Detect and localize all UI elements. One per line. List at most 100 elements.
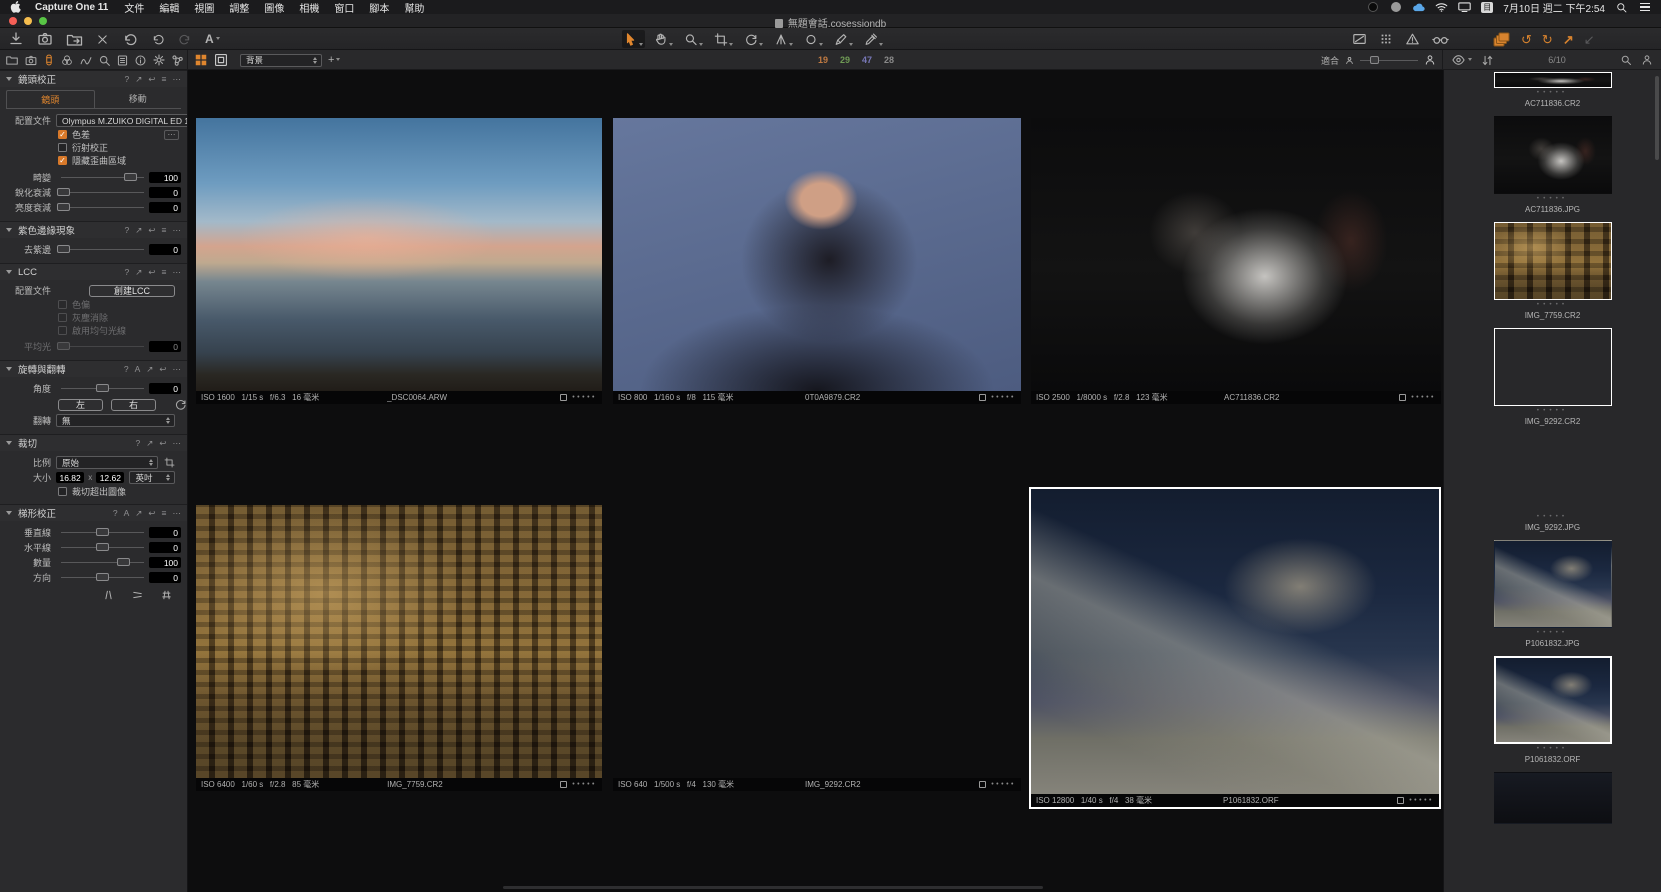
menu-item-adjustments[interactable]: 調整	[229, 0, 249, 15]
select-checkbox[interactable]	[1399, 394, 1406, 401]
keystone-vertical-value[interactable]: 0	[149, 527, 181, 538]
rating-dots-icon[interactable]: •••••	[1537, 744, 1568, 754]
vertical-scrollbar[interactable]	[1655, 76, 1659, 160]
rating-dots-icon[interactable]: •••••	[991, 394, 1016, 401]
angle-value[interactable]: 0	[149, 383, 181, 394]
more-icon[interactable]: ⋯	[173, 267, 182, 278]
crop-width-field[interactable]: 16.82	[56, 472, 84, 483]
thumbnail[interactable]	[1494, 772, 1612, 824]
select-checkbox[interactable]	[560, 394, 567, 401]
tab-output-icon[interactable]	[152, 51, 166, 69]
keystone-full-icon[interactable]	[160, 589, 173, 601]
reset-icon[interactable]: ↩	[148, 267, 155, 278]
photo-martial-arts[interactable]	[1031, 118, 1441, 391]
slider-handle[interactable]	[57, 203, 70, 211]
sharpness-falloff-value[interactable]: 0	[149, 187, 181, 198]
presets-icon[interactable]: ↗	[146, 438, 153, 449]
collapse-chevron-icon[interactable]	[6, 511, 12, 515]
menu-item-scripts[interactable]: 腳本	[369, 0, 389, 15]
menu-item-window[interactable]: 窗口	[334, 0, 354, 15]
collapse-chevron-icon[interactable]	[6, 270, 12, 274]
zoom-fit-label[interactable]: 適合	[1321, 54, 1339, 67]
notification-center-icon[interactable]	[1638, 1, 1651, 13]
more-icon[interactable]: ⋯	[173, 74, 182, 85]
document-proxy-icon[interactable]	[775, 19, 783, 28]
rating-dots-icon[interactable]: •••••	[1537, 628, 1568, 638]
image-cell-img7759[interactable]: ISO 6400 1/60 s f/2.8 85 毫米 IMG_7759.CR2…	[196, 505, 602, 791]
menu-item-edit[interactable]: 編輯	[159, 0, 179, 15]
angle-slider[interactable]	[61, 388, 144, 389]
filmstrip-item[interactable]: ••••• P1061832.JPG	[1494, 540, 1612, 649]
menu-clock[interactable]: 7月10日 週二 下午2:54	[1503, 0, 1605, 15]
crop-tool-icon[interactable]	[164, 457, 175, 468]
grid-view-button[interactable]	[194, 51, 208, 69]
rating-dots-icon[interactable]: •••••	[572, 394, 597, 401]
undo-button[interactable]	[151, 30, 165, 48]
share-out-button[interactable]: ↗	[1563, 30, 1574, 48]
slider-handle[interactable]	[1370, 56, 1379, 64]
menu-item-image[interactable]: 圖像	[264, 0, 284, 15]
filter-eye-icon[interactable]	[1451, 51, 1472, 69]
airplay-display-icon[interactable]	[1458, 1, 1471, 13]
filmstrip-item[interactable]: ••••• AC711836.JPG	[1494, 116, 1612, 215]
uniform-light-checkbox[interactable]	[58, 326, 67, 335]
keystone-aspect-slider[interactable]	[61, 577, 144, 578]
tab-lens[interactable]: 鏡頭	[6, 90, 95, 108]
panel-rotation-header[interactable]: 旋轉與翻轉 ? A ↗ ↩ ⋯	[0, 360, 187, 377]
keystone-amount-slider[interactable]	[61, 562, 144, 563]
tab-lens-icon[interactable]	[43, 51, 55, 69]
slider-handle[interactable]	[57, 342, 70, 350]
menu-item-file[interactable]: 文件	[124, 0, 144, 15]
tab-movement[interactable]: 移動	[95, 90, 182, 108]
sort-icon[interactable]	[1481, 51, 1494, 69]
reset-icon[interactable]: ↩	[148, 225, 155, 236]
panel-keystone-header[interactable]: 梯形校正 ? A ↗ ↩ ≡ ⋯	[0, 504, 187, 521]
slider-handle[interactable]	[57, 188, 70, 196]
sharpness-falloff-slider[interactable]	[61, 192, 144, 193]
flip-select[interactable]: 無	[56, 414, 175, 427]
panel-crop-header[interactable]: 裁切 ? ↗ ↩ ⋯	[0, 434, 187, 451]
collapse-chevron-icon[interactable]	[6, 228, 12, 232]
share-in-button[interactable]: ↙	[1584, 30, 1595, 48]
undo-history-button[interactable]	[122, 30, 138, 48]
crop-unit-select[interactable]: 英吋	[129, 471, 175, 484]
panel-lcc-header[interactable]: LCC ? ↗ ↩ ≡ ⋯	[0, 263, 187, 280]
image-cell-ac711836[interactable]: ISO 2500 1/8000 s f/2.8 123 毫米 AC711836.…	[1031, 118, 1441, 404]
background-select[interactable]: 背景	[240, 54, 322, 67]
help-icon[interactable]: ?	[125, 267, 130, 278]
local-copy-icon[interactable]: ≡	[162, 74, 167, 85]
reset-icon[interactable]: ↩	[159, 438, 166, 449]
thumbnail-size-slider[interactable]	[1360, 60, 1418, 61]
rating-dots-icon[interactable]: •••••	[572, 781, 597, 788]
crop-height-field[interactable]: 12.62	[96, 472, 124, 483]
color-cast-checkbox[interactable]	[58, 300, 67, 309]
rating-dots-icon[interactable]: •••••	[1409, 797, 1434, 804]
search-icon[interactable]	[1620, 51, 1632, 69]
rating-dots-icon[interactable]: •••••	[1537, 300, 1568, 310]
rating-dots-icon[interactable]: •••••	[1537, 512, 1568, 522]
local-copy-icon[interactable]: ≡	[162, 508, 167, 519]
image-cell-dsc0064[interactable]: ISO 1600 1/15 s f/6.3 16 毫米 _DSC0064.ARW…	[196, 118, 602, 404]
slider-handle[interactable]	[96, 384, 109, 392]
tab-color-icon[interactable]	[60, 51, 74, 69]
select-checkbox[interactable]	[979, 781, 986, 788]
input-source-icon[interactable]: 目	[1481, 2, 1493, 13]
collapse-chevron-icon[interactable]	[6, 77, 12, 81]
lens-profile-select[interactable]: Olympus M.ZUIKO DIGITAL ED 12-1...	[56, 114, 188, 127]
slider-handle[interactable]	[96, 543, 109, 551]
straighten-tool-icon[interactable]	[174, 398, 187, 411]
slider-handle[interactable]	[57, 245, 70, 253]
panel-purple-fringe-header[interactable]: 紫色邊緣現象 ? ↗ ↩ ≡ ⋯	[0, 221, 187, 238]
apple-menu-icon[interactable]	[10, 1, 21, 13]
proof-margin-icon[interactable]	[1432, 30, 1449, 48]
rating-dots-icon[interactable]: •••••	[1537, 406, 1568, 416]
rotate-right-90-button[interactable]: 右	[111, 399, 156, 411]
cursor-select-tool[interactable]	[622, 30, 645, 48]
photo-sunset-jump[interactable]	[613, 505, 1021, 778]
straighten-tool[interactable]	[772, 30, 795, 48]
presets-icon[interactable]: ↗	[146, 364, 153, 375]
select-checkbox[interactable]	[560, 781, 567, 788]
rotate-tool[interactable]	[742, 30, 765, 48]
more-icon[interactable]: ⋯	[173, 364, 182, 375]
help-icon[interactable]: ?	[113, 508, 118, 519]
